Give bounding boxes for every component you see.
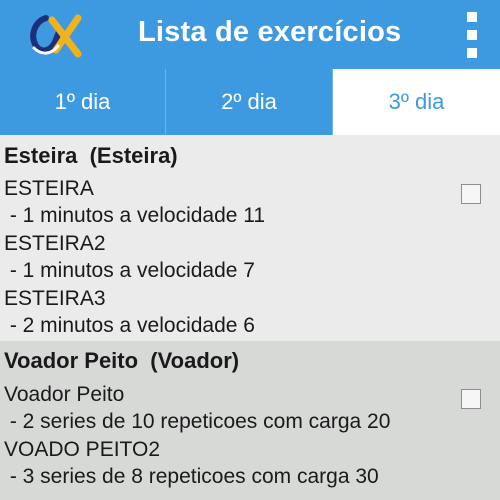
exercise-name: ESTEIRA3	[4, 287, 106, 310]
tab-day-3[interactable]: 3º dia	[333, 69, 500, 135]
exercise-list: Esteira (Esteira) ESTEIRA - 1 minutos a …	[0, 135, 500, 500]
tab-day-1[interactable]: 1º dia	[0, 69, 165, 135]
exercise-detail: - 2 series de 10 repeticoes com carga 20	[4, 410, 391, 433]
done-checkbox[interactable]	[461, 184, 481, 204]
exercise-name: ESTEIRA	[4, 177, 94, 200]
exercise-name: Voador Peito	[4, 383, 125, 406]
app-bar: Lista de exercícios	[0, 0, 500, 69]
exercise-group-voador: Voador Peito (Voador) Voador Peito - 2 s…	[0, 341, 500, 500]
tab-day-2[interactable]: 2º dia	[166, 69, 332, 135]
group-title: Voador Peito (Voador)	[4, 348, 240, 373]
exercise-group-esteira: Esteira (Esteira) ESTEIRA - 1 minutos a …	[0, 135, 500, 341]
done-checkbox[interactable]	[461, 389, 481, 409]
day-tabs: 1º dia 2º dia 3º dia	[0, 69, 500, 135]
group-title: Esteira (Esteira)	[4, 143, 178, 168]
exercise-detail: - 3 series de 8 repeticoes com carga 30	[4, 465, 379, 488]
app-logo-icon	[30, 14, 82, 58]
page-title: Lista de exercícios	[138, 16, 402, 48]
exercise-name: VOADO PEITO2	[4, 438, 160, 461]
exercise-detail: - 2 minutos a velocidade 6	[4, 314, 255, 337]
exercise-detail: - 1 minutos a velocidade 7	[4, 259, 255, 282]
exercise-name: ESTEIRA2	[4, 232, 106, 255]
exercise-detail: - 1 minutos a velocidade 11	[4, 204, 266, 227]
overflow-menu-icon[interactable]	[465, 12, 479, 58]
